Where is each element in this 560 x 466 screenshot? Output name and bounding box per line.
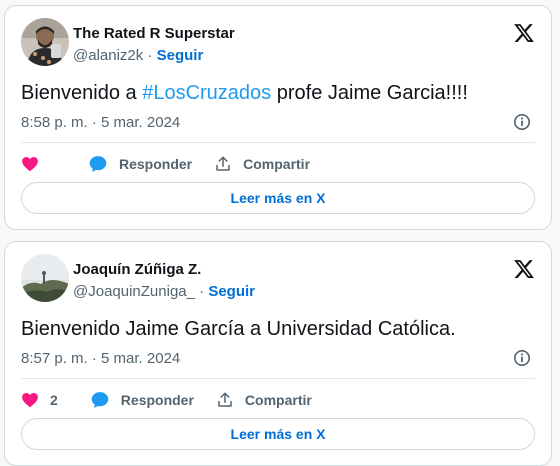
share-button[interactable]: Compartir (216, 391, 312, 409)
heart-icon (22, 392, 38, 408)
tweet-text-part: profe Jaime Garcia!!!! (271, 82, 468, 104)
like-button[interactable]: 2 (21, 391, 58, 409)
reply-button[interactable]: Responder (90, 390, 194, 410)
info-icon[interactable] (513, 349, 531, 367)
author-name[interactable]: Joaquín Zúñiga Z. (73, 261, 201, 278)
follow-button[interactable]: Seguir (157, 47, 204, 64)
x-logo-icon[interactable] (513, 258, 535, 280)
like-button[interactable] (21, 155, 50, 173)
author-name[interactable]: The Rated R Superstar (73, 25, 235, 42)
share-icon (216, 156, 230, 171)
reply-bubble-icon (91, 392, 109, 408)
tweet-text: Bienvenido Jaime García a Universidad Ca… (21, 318, 456, 340)
tweet-text: Bienvenido a #LosCruzados profe Jaime Ga… (21, 82, 468, 105)
reply-label: Responder (119, 156, 193, 172)
author-handle-line: @alaniz2k · Seguir (73, 47, 203, 64)
reply-button[interactable]: Responder (88, 154, 192, 174)
share-button[interactable]: Compartir (214, 155, 310, 173)
action-bar: Responder Compartir (21, 152, 332, 176)
avatar[interactable] (21, 254, 69, 302)
author-handle[interactable]: @JoaquinZuniga_ (73, 283, 195, 300)
divider (21, 142, 535, 143)
read-more-button[interactable]: Leer más en X (21, 182, 535, 214)
heart-icon (22, 156, 38, 172)
author-handle[interactable]: @alaniz2k (73, 47, 143, 64)
reply-bubble-icon (89, 156, 107, 172)
avatar[interactable] (21, 18, 69, 66)
share-icon (218, 392, 232, 407)
hashtag-link[interactable]: #LosCruzados (142, 82, 271, 104)
like-count: 2 (50, 392, 58, 408)
timestamp[interactable]: 8:58 p. m. · 5 mar. 2024 (21, 114, 180, 131)
read-more-button[interactable]: Leer más en X (21, 418, 535, 450)
share-label: Compartir (243, 156, 311, 172)
divider (21, 378, 535, 379)
info-icon[interactable] (513, 113, 531, 131)
tweet-text-part: Bienvenido a (21, 82, 143, 104)
separator: · (194, 283, 209, 300)
action-bar: 2 Responder Compartir (21, 388, 334, 412)
timestamp[interactable]: 8:57 p. m. · 5 mar. 2024 (21, 350, 180, 367)
reply-label: Responder (120, 392, 194, 408)
x-logo-icon[interactable] (513, 22, 535, 44)
follow-button[interactable]: Seguir (208, 283, 255, 300)
share-label: Compartir (244, 392, 312, 408)
separator: · (143, 47, 157, 64)
author-handle-line: @JoaquinZuniga_ · Seguir (73, 283, 255, 300)
tweet-card: The Rated R Superstar @alaniz2k · Seguir… (4, 5, 552, 230)
tweet-card: Joaquín Zúñiga Z. @JoaquinZuniga_ · Segu… (4, 241, 552, 466)
